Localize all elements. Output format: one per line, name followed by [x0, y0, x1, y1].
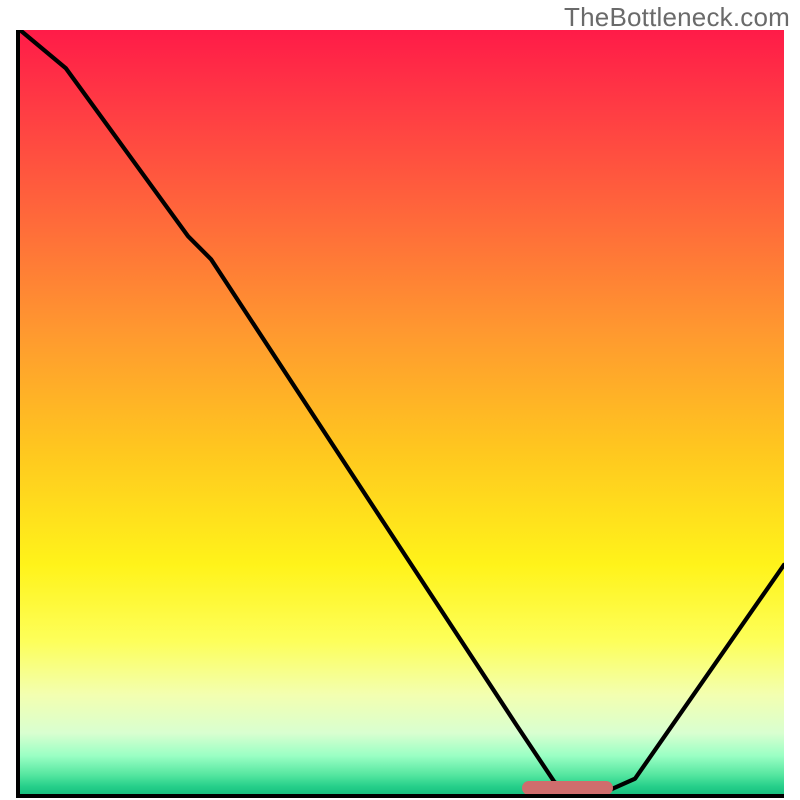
optimal-range-marker [522, 781, 613, 795]
chart-plot-area [16, 30, 784, 798]
bottleneck-line-series [20, 30, 784, 794]
watermark-text: TheBottleneck.com [564, 2, 790, 33]
